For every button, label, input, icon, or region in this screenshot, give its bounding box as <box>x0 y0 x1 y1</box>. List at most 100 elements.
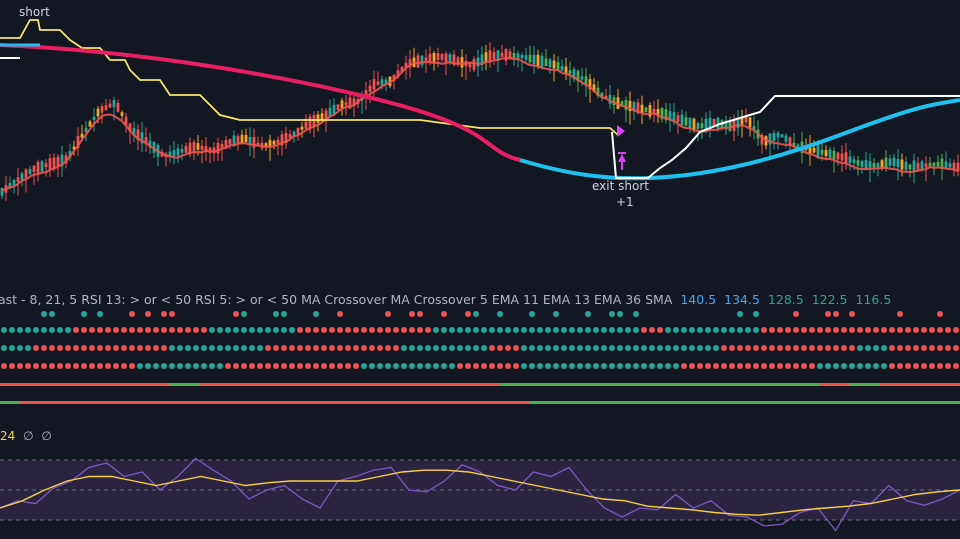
indicator-dot <box>185 345 191 351</box>
candle-body <box>748 117 752 128</box>
indicator-dot <box>641 363 647 369</box>
candle-body <box>644 107 648 113</box>
indicator-dot <box>201 345 207 351</box>
indicator-dot <box>801 327 807 333</box>
indicator-dot <box>913 345 919 351</box>
indicator-dot <box>409 363 415 369</box>
indicator-dot <box>865 345 871 351</box>
indicator-dot <box>305 363 311 369</box>
indicator-dot <box>249 345 255 351</box>
indicator-dot <box>633 327 639 333</box>
indicator-dot <box>17 363 23 369</box>
oscillator-na-2: ∅ <box>41 429 52 443</box>
candle-body <box>460 57 464 68</box>
indicator-dot <box>153 345 159 351</box>
indicator-dot <box>585 311 591 317</box>
indicator-dot <box>601 327 607 333</box>
indicator-dot <box>833 327 839 333</box>
candle-body <box>772 132 776 142</box>
indicator-dot <box>521 345 527 351</box>
indicator-dot <box>505 345 511 351</box>
indicator-dot <box>937 345 943 351</box>
indicator-dot <box>929 363 935 369</box>
candle-body <box>316 114 320 123</box>
indicator-dot <box>465 311 471 317</box>
candle-body <box>640 104 644 113</box>
indicator-bar-segment <box>0 383 170 386</box>
indicator-dot <box>825 327 831 333</box>
indicator-dot <box>169 363 175 369</box>
indicator-dot <box>145 311 151 317</box>
oscillator-legend[interactable]: 24 ∅ ∅ <box>0 429 52 443</box>
indicator-dot <box>41 327 47 333</box>
candle-body <box>436 53 440 60</box>
indicator-dot <box>561 327 567 333</box>
candle-body <box>36 162 40 173</box>
oscillator-pane <box>0 457 960 532</box>
indicator-legend[interactable]: ast - 8, 21, 5 RSI 13: > or < 50 RSI 5: … <box>0 292 895 307</box>
candle-body <box>716 117 720 129</box>
indicator-dot <box>577 327 583 333</box>
candle-body <box>224 140 228 148</box>
candle-body <box>568 70 572 75</box>
chart-canvas[interactable] <box>0 0 960 539</box>
candle-body <box>104 105 108 110</box>
indicator-dot <box>337 345 343 351</box>
indicator-dot <box>457 327 463 333</box>
indicator-dot <box>209 327 215 333</box>
indicator-value-1: 140.5 <box>680 292 717 307</box>
indicator-dot <box>633 345 639 351</box>
candle-body <box>252 137 256 148</box>
candle-body <box>380 79 384 86</box>
indicator-dot <box>729 363 735 369</box>
indicator-dot <box>377 327 383 333</box>
indicator-dot <box>761 345 767 351</box>
indicator-dot <box>745 363 751 369</box>
indicator-dot <box>721 327 727 333</box>
candle-body <box>544 58 548 67</box>
signal-label-short: short <box>19 5 50 19</box>
signal-markers <box>617 125 626 170</box>
indicator-dot <box>257 327 263 333</box>
candle-body <box>824 150 828 157</box>
indicator-dot <box>401 345 407 351</box>
indicator-dot <box>321 327 327 333</box>
indicator-dot <box>857 363 863 369</box>
indicator-dot <box>745 327 751 333</box>
indicator-dot <box>105 345 111 351</box>
price-overlays <box>0 19 960 191</box>
candle-body <box>84 127 88 133</box>
indicator-dot <box>809 345 815 351</box>
indicator-dot <box>817 345 823 351</box>
candle-body <box>432 53 436 63</box>
indicator-dot <box>441 327 447 333</box>
indicator-dot <box>57 363 63 369</box>
indicator-dot <box>697 363 703 369</box>
candle-body <box>32 165 36 172</box>
indicator-dot <box>57 327 63 333</box>
candle-body <box>524 55 528 60</box>
indicator-dot <box>449 345 455 351</box>
indicator-dot <box>313 345 319 351</box>
indicator-dot <box>913 363 919 369</box>
indicator-dot <box>561 363 567 369</box>
indicator-dot <box>745 345 751 351</box>
indicator-dot <box>185 327 191 333</box>
indicator-dot <box>777 363 783 369</box>
indicator-dot <box>105 327 111 333</box>
indicator-dot <box>41 345 47 351</box>
indicator-dot <box>721 345 727 351</box>
indicator-dot <box>97 363 103 369</box>
candle-body <box>848 156 852 164</box>
indicator-dot <box>425 345 431 351</box>
indicator-dot <box>465 327 471 333</box>
indicator-dot <box>313 363 319 369</box>
candle-body <box>528 54 532 63</box>
indicator-dot <box>905 363 911 369</box>
indicator-dot <box>265 345 271 351</box>
candle-body <box>688 117 692 129</box>
candle-body <box>120 112 124 116</box>
candle-body <box>840 153 844 161</box>
indicator-dot <box>617 345 623 351</box>
indicator-dot <box>737 311 743 317</box>
